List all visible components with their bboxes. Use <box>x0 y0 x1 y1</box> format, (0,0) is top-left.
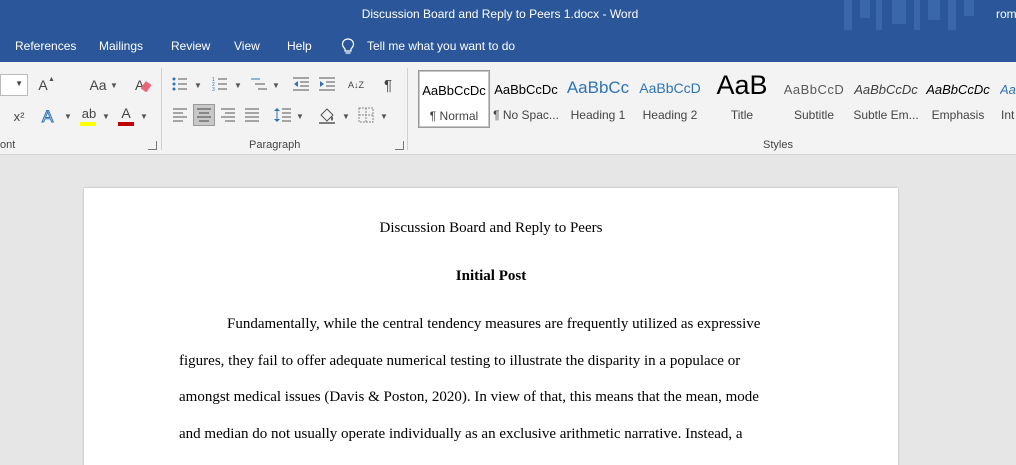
document-heading: Initial Post <box>455 268 527 284</box>
bullets-caret-icon: ▼ <box>194 81 202 90</box>
style-preview: AaB <box>716 70 768 100</box>
svg-text:3: 3 <box>212 87 215 92</box>
style-name: Subtle Em... <box>853 108 919 122</box>
group-separator <box>407 68 408 150</box>
title-bar: Discussion Board and Reply to Peers 1.do… <box>0 0 1016 30</box>
align-center-button[interactable] <box>193 104 215 126</box>
text-effects-caret-icon: ▼ <box>64 112 72 121</box>
font-group-label: ont <box>0 139 16 151</box>
style-preview: AaBbCcDc <box>854 82 918 97</box>
show-formatting-button[interactable]: ¶ <box>378 74 398 96</box>
style-no-spacing[interactable]: AaBbCcDc ¶ No Spac... <box>490 70 562 128</box>
style-emphasis[interactable]: AaBbCcDc Emphasis <box>922 70 994 128</box>
superscript-button[interactable]: x² <box>10 106 28 126</box>
numbering-icon[interactable]: 1 2 3 <box>212 76 228 92</box>
tab-view[interactable]: View <box>234 39 260 53</box>
style-name: Int <box>1001 108 1015 122</box>
highlight-button[interactable]: ab <box>78 106 100 121</box>
align-left-icon[interactable] <box>172 108 188 122</box>
sort-button[interactable]: A↓Z <box>346 74 366 96</box>
style-name: ¶ No Spac... <box>493 108 559 122</box>
justify-icon[interactable] <box>244 108 260 122</box>
paragraph-line: Fundamentally, while the central tendenc… <box>227 316 761 332</box>
increase-indent-icon[interactable] <box>318 76 336 92</box>
multilevel-caret-icon: ▼ <box>272 81 280 90</box>
bullets-icon[interactable] <box>172 76 188 92</box>
style-preview: AaBbCcD <box>639 80 701 96</box>
style-name: Title <box>730 108 754 122</box>
ribbon: ▼ A ▲ Aa ▼ A x² A ▼ ab ▼ A ▼ ont ▼ 1 2 3… <box>0 62 1016 155</box>
font-dialog-launcher[interactable] <box>148 141 157 150</box>
style-name: Subtitle <box>793 108 835 122</box>
tab-help[interactable]: Help <box>287 39 312 53</box>
style-preview: AaBbCcDc <box>926 82 990 97</box>
style-name: Emphasis <box>931 108 985 122</box>
tab-references[interactable]: References <box>15 39 76 53</box>
document-canvas: Discussion Board and Reply to Peers Init… <box>0 156 1016 465</box>
text-effects-icon[interactable]: A <box>40 106 64 127</box>
svg-text:A: A <box>42 107 54 126</box>
style-normal[interactable]: AaBbCcDc ¶ Normal <box>418 70 490 128</box>
paragraph-group-label: Paragraph <box>249 139 301 151</box>
lightbulb-icon <box>341 38 355 54</box>
font-color-bar <box>118 122 134 126</box>
style-subtitle[interactable]: AaBbCcD Subtitle <box>778 70 850 128</box>
paragraph-line: amongst medical issues (Davis & Poston, … <box>179 389 759 405</box>
style-preview: AaBbCcDc <box>494 82 558 97</box>
line-spacing-icon[interactable] <box>274 107 292 123</box>
style-intense-emphasis[interactable]: Aa Int <box>994 70 1016 128</box>
account-name[interactable]: rom <box>996 7 1016 21</box>
grow-font-caret-icon: ▲ <box>48 76 55 83</box>
decrease-indent-icon[interactable] <box>292 76 310 92</box>
tab-mailings[interactable]: Mailings <box>99 39 143 53</box>
style-preview: AaBbCcDc <box>422 83 486 98</box>
style-heading-1[interactable]: AaBbCc Heading 1 <box>562 70 634 128</box>
style-name: Heading 2 <box>642 108 698 122</box>
change-case-caret-icon: ▼ <box>110 81 118 90</box>
style-title[interactable]: AaB Title <box>706 70 778 128</box>
window-title: Discussion Board and Reply to Peers 1.do… <box>361 7 639 21</box>
style-name: Heading 1 <box>570 108 626 122</box>
shading-icon[interactable] <box>318 106 336 124</box>
borders-caret-icon: ▼ <box>380 112 388 121</box>
change-case-button[interactable]: Aa <box>88 76 108 94</box>
tell-me-search[interactable]: Tell me what you want to do <box>367 39 515 53</box>
line-spacing-caret-icon: ▼ <box>296 112 304 121</box>
highlight-caret-icon: ▼ <box>102 112 110 121</box>
style-name: ¶ Normal <box>429 109 479 123</box>
font-color-caret-icon: ▼ <box>140 112 148 121</box>
ribbon-tabs: References Mailings Review View Help Tel… <box>0 30 1016 62</box>
clear-formatting-icon[interactable]: A <box>134 76 152 94</box>
paragraph-dialog-launcher[interactable] <box>395 141 404 150</box>
document-page[interactable]: Discussion Board and Reply to Peers Init… <box>84 188 898 465</box>
document-title: Discussion Board and Reply to Peers <box>379 220 603 236</box>
paragraph-line: figures, they fail to offer adequate num… <box>179 353 741 369</box>
align-right-icon[interactable] <box>220 108 236 122</box>
borders-icon[interactable] <box>358 107 374 123</box>
group-separator <box>161 68 162 150</box>
font-size-box[interactable]: ▼ <box>0 74 28 96</box>
style-preview: AaBbCcD <box>783 82 845 97</box>
paragraph-line: and median do not usually operate indivi… <box>179 426 743 442</box>
numbering-caret-icon: ▼ <box>234 81 242 90</box>
style-heading-2[interactable]: AaBbCcD Heading 2 <box>634 70 706 128</box>
style-subtle-emphasis[interactable]: AaBbCcDc Subtle Em... <box>850 70 922 128</box>
tab-review[interactable]: Review <box>171 39 210 53</box>
multilevel-list-icon[interactable] <box>250 76 268 92</box>
style-preview: AaBbCc <box>566 78 630 97</box>
highlight-color-bar <box>80 122 96 126</box>
styles-group-label: Styles <box>763 139 793 151</box>
style-preview: Aa <box>1000 82 1016 97</box>
align-center-icon <box>197 108 211 122</box>
shading-caret-icon: ▼ <box>342 112 350 121</box>
font-color-button[interactable]: A <box>118 105 134 121</box>
